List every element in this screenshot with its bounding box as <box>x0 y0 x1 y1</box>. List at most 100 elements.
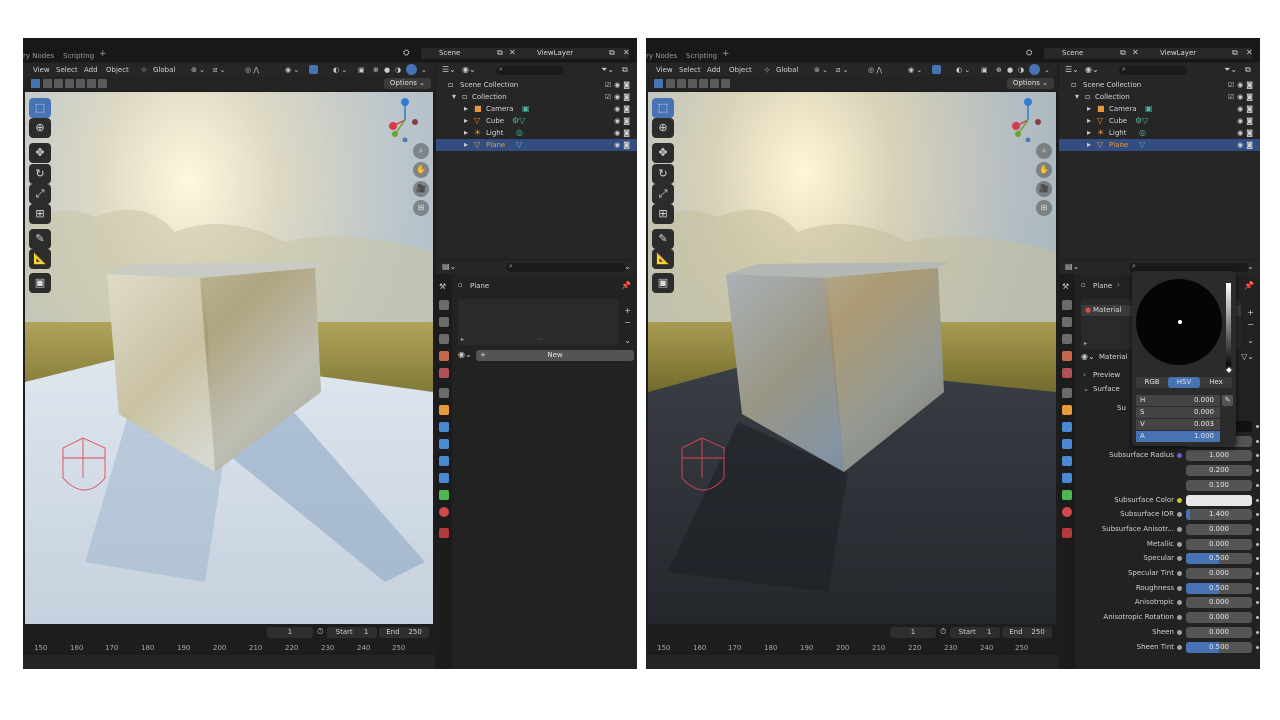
select-mode-set-icon[interactable] <box>654 79 663 88</box>
options-dropdown[interactable]: Options ⌄ <box>1006 78 1054 89</box>
measure-tool[interactable]: 📐 <box>29 249 51 269</box>
mode-hsv-tab[interactable]: HSV <box>1168 377 1200 388</box>
slot-menu-icon[interactable]: ⌄ <box>1247 336 1254 345</box>
number-field[interactable]: 1.000 <box>1186 450 1252 462</box>
object-tab-icon[interactable] <box>1062 405 1072 415</box>
pan-hand-icon[interactable]: ✋ <box>413 162 429 178</box>
select-mode-intersect-icon[interactable] <box>76 79 85 88</box>
keyframe-dot-icon[interactable] <box>1256 439 1259 443</box>
keyframe-dot-icon[interactable] <box>1256 572 1259 575</box>
scale-tool[interactable]: ⤢ <box>29 184 51 204</box>
end-frame-field[interactable]: End 250 <box>379 627 429 638</box>
value-slider-handle[interactable] <box>1224 365 1234 375</box>
scene-icon[interactable]: ⛭ <box>403 48 409 58</box>
output-tab-icon[interactable] <box>439 317 449 327</box>
snap-icon[interactable]: ⧄ ⌄ <box>213 66 226 75</box>
pan-hand-icon[interactable]: ✋ <box>1036 162 1052 178</box>
outliner-scene-collection[interactable]: ▫ Scene Collection ☑◉◙ <box>436 79 637 91</box>
rendered-shading-icon[interactable] <box>1029 64 1040 75</box>
keyframe-dot-icon[interactable] <box>1256 469 1259 473</box>
visibility-toggle-icon[interactable]: ◉◙ <box>1237 115 1256 127</box>
material-browse-icon[interactable]: ◉⌄ <box>458 350 472 359</box>
select-mode-difference-icon[interactable] <box>65 79 74 88</box>
overlay-icon[interactable]: ◐ ⌄ <box>956 66 970 74</box>
material-name-field[interactable]: Material <box>1099 353 1127 361</box>
editor-type-icon[interactable]: ☰⌄ <box>442 65 456 74</box>
select-mode-subtract-icon[interactable] <box>54 79 63 88</box>
select-mode-subtract-icon[interactable] <box>677 79 686 88</box>
shading-dropdown-icon[interactable]: ⌄ <box>421 66 427 74</box>
annotate-tool[interactable]: ✎ <box>29 229 51 249</box>
menu-select[interactable]: Select <box>56 66 78 74</box>
transform-orientation-dropdown[interactable]: Global <box>153 66 175 74</box>
new-view-layer-icon[interactable]: ⧉ <box>609 48 615 58</box>
add-cube-tool[interactable]: ▣ <box>29 273 51 293</box>
start-frame-field[interactable]: Start 1 <box>327 627 377 638</box>
tool-tab-icon[interactable]: ⚒ <box>1062 282 1072 292</box>
expand-arrow-icon[interactable]: ▸ <box>1084 340 1087 347</box>
socket-icon[interactable] <box>1177 629 1182 635</box>
filter-icon[interactable]: ⏷⌄ <box>1224 65 1237 75</box>
number-field[interactable]: 0.000 <box>1186 523 1252 535</box>
keyframe-dot-icon[interactable] <box>1256 601 1259 605</box>
editor-type-icon[interactable]: ☰⌄ <box>1065 65 1079 74</box>
scene-field[interactable]: Scene <box>421 48 533 59</box>
socket-icon[interactable] <box>1177 526 1182 532</box>
world-tab-icon[interactable] <box>1062 368 1072 378</box>
visibility-toggle-icon[interactable]: ☑◉◙ <box>1228 91 1256 103</box>
outliner-collection[interactable]: ▾ ▫ Collection ☑◉◙ <box>1059 91 1260 103</box>
grid-view-icon[interactable]: ⊞ <box>413 200 429 216</box>
pivot-icon[interactable]: ⊚ ⌄ <box>191 66 205 74</box>
camera-view-icon[interactable]: 🎥 <box>413 181 429 197</box>
socket-icon[interactable] <box>1177 556 1182 562</box>
solid-shading-icon[interactable]: ● <box>384 66 390 74</box>
number-field[interactable]: 0.500 <box>1186 641 1252 653</box>
expand-arrow-icon[interactable]: ▸ <box>1087 103 1091 115</box>
number-field[interactable]: 0.000 <box>1186 612 1252 624</box>
resize-handle-icon[interactable]: ⋯ <box>536 336 542 343</box>
view-layer-tab-icon[interactable] <box>1062 334 1072 344</box>
visibility-toggle-icon[interactable]: ◉◙ <box>1237 103 1256 115</box>
constraints-tab-icon[interactable] <box>1062 473 1072 483</box>
tab-scripting[interactable]: Scripting <box>686 52 717 60</box>
select-mode-extra-icon[interactable] <box>98 79 107 88</box>
stopwatch-icon[interactable]: ⏱ <box>940 627 946 637</box>
new-view-layer-icon[interactable]: ⧉ <box>1232 48 1238 58</box>
expand-arrow-icon[interactable]: ▸ <box>1087 115 1091 127</box>
proportional-edit-icon[interactable]: ◎ ⋀ <box>868 66 882 74</box>
socket-icon[interactable] <box>1177 541 1182 547</box>
socket-icon[interactable] <box>1177 512 1182 518</box>
new-collection-icon[interactable]: ⧉ <box>622 65 628 75</box>
filter-icon[interactable]: ⏷⌄ <box>601 65 614 75</box>
menu-view[interactable]: View <box>656 66 673 74</box>
xray-icon[interactable]: ▣ <box>981 66 988 74</box>
zoom-icon[interactable]: ⌕ <box>413 143 429 159</box>
outliner-scene-collection[interactable]: ▫ Scene Collection ☑◉◙ <box>1059 79 1260 91</box>
socket-icon[interactable] <box>1177 600 1182 606</box>
stopwatch-icon[interactable]: ⏱ <box>317 627 323 637</box>
collection-tab-icon[interactable] <box>439 388 449 398</box>
color-swatch-field[interactable] <box>1186 494 1252 506</box>
socket-icon[interactable] <box>1177 585 1182 591</box>
expand-arrow-icon[interactable]: ▾ <box>452 91 456 103</box>
start-frame-field[interactable]: Start 1 <box>950 627 1000 638</box>
display-mode-icon[interactable]: ◉⌄ <box>462 65 476 74</box>
navigation-gizmo[interactable] <box>1010 96 1046 142</box>
menu-view[interactable]: View <box>33 66 50 74</box>
current-frame-field[interactable]: 1 <box>267 627 313 638</box>
socket-icon[interactable] <box>1177 497 1182 503</box>
annotate-tool[interactable]: ✎ <box>652 229 674 249</box>
add-workspace-button[interactable]: + <box>722 49 730 59</box>
hue-field[interactable]: H 0.000 <box>1136 395 1220 406</box>
select-box-tool[interactable]: ⬚ <box>652 98 674 118</box>
grid-view-icon[interactable]: ⊞ <box>1036 200 1052 216</box>
color-picker-popup[interactable]: RGB HSV Hex H 0.000 S 0.000 V 0.003 A 1.000 … <box>1132 271 1236 446</box>
keyframe-dot-icon[interactable] <box>1256 630 1259 634</box>
pin-icon[interactable]: 📌 <box>621 281 631 290</box>
display-mode-icon[interactable]: ◉⌄ <box>1085 65 1099 74</box>
move-tool[interactable]: ✥ <box>652 143 674 163</box>
3d-viewport[interactable] <box>25 92 433 624</box>
outliner-item-plane[interactable]: ▸ ▽ Plane ▽ ◉◙ <box>1059 139 1260 151</box>
wireframe-shading-icon[interactable]: ⊕ <box>373 66 379 74</box>
rotate-tool[interactable]: ↻ <box>652 164 674 184</box>
